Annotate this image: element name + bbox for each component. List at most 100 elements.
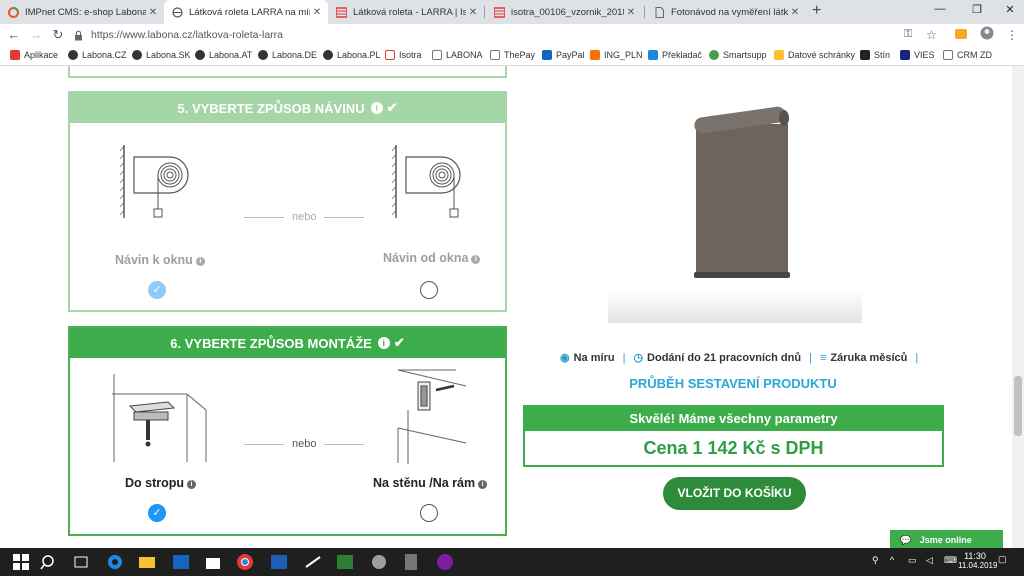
ceiling-mount-illustration[interactable] [112, 372, 210, 464]
clock-icon: ◷ [633, 352, 644, 364]
close-icon[interactable]: ✕ [624, 7, 638, 18]
star-icon[interactable]: ☆ [926, 28, 937, 42]
menu-icon[interactable]: ⋮ [1006, 28, 1018, 42]
tray-arrow-icon[interactable]: ^ [890, 555, 894, 565]
viber-icon[interactable] [436, 553, 454, 571]
close-icon[interactable]: ✕ [788, 7, 802, 18]
key-icon[interactable]: ⚿ [904, 28, 912, 41]
file-explorer-icon[interactable] [138, 553, 156, 571]
app-icon[interactable] [370, 553, 388, 571]
keyboard-icon[interactable]: ⌨ [944, 555, 957, 566]
page-icon [490, 50, 500, 60]
store-icon[interactable] [204, 553, 222, 571]
excel-icon[interactable] [336, 553, 354, 571]
bookmark-labona-sk[interactable]: Labona.SK [132, 50, 191, 60]
ing-icon [590, 50, 600, 60]
info-icon[interactable]: i [478, 480, 488, 489]
volume-icon[interactable]: ◁ [926, 555, 933, 566]
info-icon[interactable]: i [370, 102, 383, 114]
option-label: Do stropu [125, 476, 185, 490]
tab-impnet[interactable]: IMPnet CMS: e-shop Labona ✕ [0, 0, 164, 24]
option-roll-towards-window[interactable]: Návin k oknu i [115, 253, 205, 267]
tab-separator [484, 6, 485, 18]
notifications-icon[interactable]: ▢ [998, 554, 1007, 565]
tab-fotonavod[interactable]: Fotonávod na vyměření látkové r ✕ [646, 0, 806, 24]
reload-icon[interactable]: ↻ [50, 27, 66, 43]
radio-ceiling-mount[interactable]: ✓ [148, 504, 166, 522]
bookmark-labona-de[interactable]: Labona.DE [258, 50, 317, 60]
tab-isotra-pdf[interactable]: isotra_00106_vzornik_2018_soup ✕ [486, 0, 642, 24]
close-icon[interactable]: ✕ [146, 7, 160, 18]
chrome-icon[interactable] [236, 553, 254, 571]
info-icon[interactable]: i [187, 480, 197, 489]
bookmark-vies[interactable]: VIES [900, 50, 935, 60]
info-icon[interactable]: i [195, 257, 205, 266]
bookmark-smartsupp[interactable]: Smartsupp [709, 50, 767, 60]
step-5-section: 5. VYBERTE ZPŮSOB NÁVINU i ✔ nebo Návin … [68, 91, 507, 312]
close-icon[interactable]: ✕ [310, 7, 324, 18]
bookmark-label: Labona.SK [146, 50, 191, 60]
bookmark-label: VIES [914, 50, 935, 60]
or-text: nebo [292, 211, 317, 223]
step-5-title: 5. VYBERTE ZPŮSOB NÁVINU [177, 100, 365, 116]
windows-start-icon[interactable] [12, 553, 30, 571]
option-wall-frame-mount[interactable]: Na stěnu /Na rám i [373, 476, 488, 490]
bookmark-labona-pl[interactable]: Labona.PL [323, 50, 381, 60]
new-tab-button[interactable]: + [812, 2, 821, 20]
extension-icon[interactable] [954, 26, 968, 43]
isotra-icon [385, 50, 395, 60]
wall-mount-illustration[interactable] [396, 368, 476, 464]
roll-away-window-illustration[interactable] [392, 143, 464, 223]
info-icon[interactable]: i [471, 255, 481, 264]
bookmark-labona-at[interactable]: Labona.AT [195, 50, 252, 60]
task-view-icon[interactable] [72, 553, 90, 571]
bookmark-prekladac[interactable]: Překladač [648, 50, 702, 60]
minimize-icon[interactable]: — [930, 3, 950, 15]
tab-labona-larra[interactable]: Látková roleta LARRA na míru on ✕ [164, 0, 328, 24]
add-to-cart-button[interactable]: VLOŽIT DO KOŠÍKU [663, 477, 806, 510]
page-icon [432, 50, 442, 60]
step-6-section: 6. VYBERTE ZPŮSOB MONTÁŽE i ✔ nebo Do st… [68, 326, 507, 536]
back-icon[interactable]: ← [6, 27, 22, 42]
close-icon[interactable]: ✕ [466, 7, 480, 18]
network-icon[interactable]: ▭ [908, 555, 917, 566]
maximize-icon[interactable]: ❐ [967, 3, 987, 16]
isotra-icon [493, 6, 506, 18]
calculator-icon[interactable] [402, 553, 420, 571]
people-icon[interactable]: ⚲ [872, 555, 879, 566]
clock-date: 11.04.2019 [958, 561, 998, 570]
bookmark-ing-pln[interactable]: ING_PLN [590, 50, 643, 60]
bookmark-paypal[interactable]: PayPal [542, 50, 585, 60]
forward-icon[interactable]: → [28, 27, 44, 42]
word-icon[interactable] [270, 553, 288, 571]
palette-icon: ◉ [560, 352, 570, 364]
address-bar[interactable]: https://www.labona.cz/latkova-roleta-lar… [74, 26, 944, 44]
tab-isotra[interactable]: Látková roleta - LARRA | Isotra.cz ✕ [328, 0, 484, 24]
chat-widget[interactable]: 💬 Jsme online [890, 530, 1003, 548]
outlook-icon[interactable] [172, 553, 190, 571]
radio-roll-away-window[interactable] [420, 281, 438, 299]
bookmark-aplikace[interactable]: Aplikace [10, 50, 58, 60]
window-close-icon[interactable]: ✕ [1000, 3, 1020, 16]
bookmark-stin[interactable]: Stín [860, 50, 890, 60]
roll-towards-window-illustration[interactable] [120, 143, 192, 223]
edge-icon[interactable] [106, 553, 124, 571]
scrollbar-thumb[interactable] [1014, 376, 1022, 436]
option-ceiling-mount[interactable]: Do stropu i [125, 476, 197, 490]
radio-wall-frame-mount[interactable] [420, 504, 438, 522]
bookmark-labona-cz[interactable]: Labona.CZ [68, 50, 127, 60]
radio-roll-towards-window[interactable]: ✓ [148, 281, 166, 299]
search-icon[interactable] [40, 553, 58, 571]
info-icon[interactable]: i [377, 337, 390, 349]
bookmark-isotra[interactable]: Isotra [385, 50, 422, 60]
option-roll-away-window[interactable]: Návin od okna i [383, 251, 481, 265]
bookmark-labona[interactable]: LABONA [432, 50, 483, 60]
browser-toolbar: ← → ↻ https://www.labona.cz/latkova-role… [0, 24, 1024, 46]
profile-icon[interactable] [980, 26, 994, 43]
bookmark-crm-zd[interactable]: CRM ZD [943, 50, 992, 60]
bookmark-datove-schranky[interactable]: Datové schránky [774, 50, 855, 60]
app-icon[interactable] [304, 553, 322, 571]
scrollbar[interactable] [1012, 66, 1024, 548]
clock[interactable]: 11:30 11.04.2019 [958, 551, 998, 570]
bookmark-thepay[interactable]: ThePay [490, 50, 535, 60]
